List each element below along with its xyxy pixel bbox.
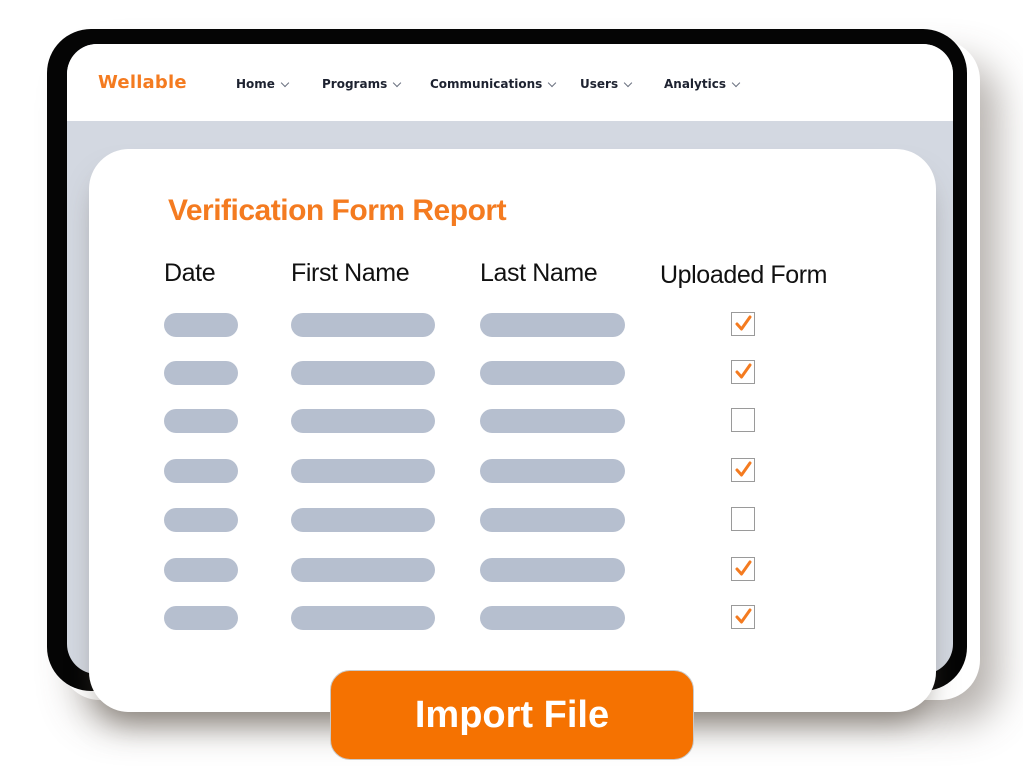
- first-name-placeholder: [291, 558, 435, 582]
- chevron-down-icon: [392, 78, 402, 87]
- page-title: Verification Form Report: [168, 194, 507, 227]
- column-header-uploaded-form: Uploaded Form: [660, 261, 828, 289]
- date-placeholder: [164, 361, 238, 385]
- nav-item-label: Analytics: [664, 77, 726, 91]
- first-name-placeholder: [291, 459, 435, 483]
- nav-item-users[interactable]: Users: [580, 77, 633, 91]
- first-name-placeholder: [291, 606, 435, 630]
- last-name-placeholder: [480, 409, 625, 433]
- last-name-placeholder: [480, 313, 625, 337]
- date-placeholder: [164, 459, 238, 483]
- wellable-logo[interactable]: Wellable: [98, 72, 187, 93]
- nav-item-analytics[interactable]: Analytics: [664, 77, 741, 91]
- checkmark-icon: [735, 363, 752, 379]
- column-header-first-name: First Name: [291, 259, 410, 287]
- nav-item-programs[interactable]: Programs: [322, 77, 402, 91]
- nav-item-label: Home: [236, 77, 275, 91]
- chevron-down-icon: [623, 78, 633, 87]
- last-name-placeholder: [480, 558, 625, 582]
- uploaded-form-checkbox[interactable]: [731, 408, 755, 432]
- date-placeholder: [164, 409, 238, 433]
- uploaded-form-checkbox[interactable]: [731, 507, 755, 531]
- import-file-button[interactable]: Import File: [330, 670, 694, 760]
- first-name-placeholder: [291, 508, 435, 532]
- first-name-placeholder: [291, 361, 435, 385]
- nav-item-label: Users: [580, 77, 619, 91]
- checkmark-icon: [735, 608, 752, 624]
- chevron-down-icon: [548, 78, 557, 87]
- first-name-placeholder: [291, 313, 435, 337]
- uploaded-form-checkbox[interactable]: [731, 312, 755, 336]
- nav-item-home[interactable]: Home: [236, 77, 290, 91]
- date-placeholder: [164, 558, 238, 582]
- uploaded-form-checkbox[interactable]: [731, 605, 755, 629]
- last-name-placeholder: [480, 361, 625, 385]
- last-name-placeholder: [480, 606, 625, 630]
- nav-item-label: Programs: [322, 77, 388, 91]
- last-name-placeholder: [480, 508, 625, 532]
- column-header-last-name: Last Name: [480, 259, 598, 287]
- checkmark-icon: [735, 315, 752, 331]
- checkmark-icon: [735, 560, 752, 576]
- last-name-placeholder: [480, 459, 625, 483]
- chevron-down-icon: [280, 78, 290, 87]
- checkmark-icon: [735, 461, 752, 477]
- nav-item-communications[interactable]: Communications: [430, 77, 557, 91]
- uploaded-form-checkbox[interactable]: [731, 458, 755, 482]
- first-name-placeholder: [291, 409, 435, 433]
- uploaded-form-checkbox[interactable]: [731, 557, 755, 581]
- chevron-down-icon: [731, 78, 741, 87]
- date-placeholder: [164, 313, 238, 337]
- date-placeholder: [164, 508, 238, 532]
- date-placeholder: [164, 606, 238, 630]
- nav-item-label: Communications: [430, 77, 543, 91]
- column-header-date: Date: [164, 259, 216, 287]
- uploaded-form-checkbox[interactable]: [731, 360, 755, 384]
- top-navbar: Wellable Home Programs Communications Us…: [67, 44, 953, 121]
